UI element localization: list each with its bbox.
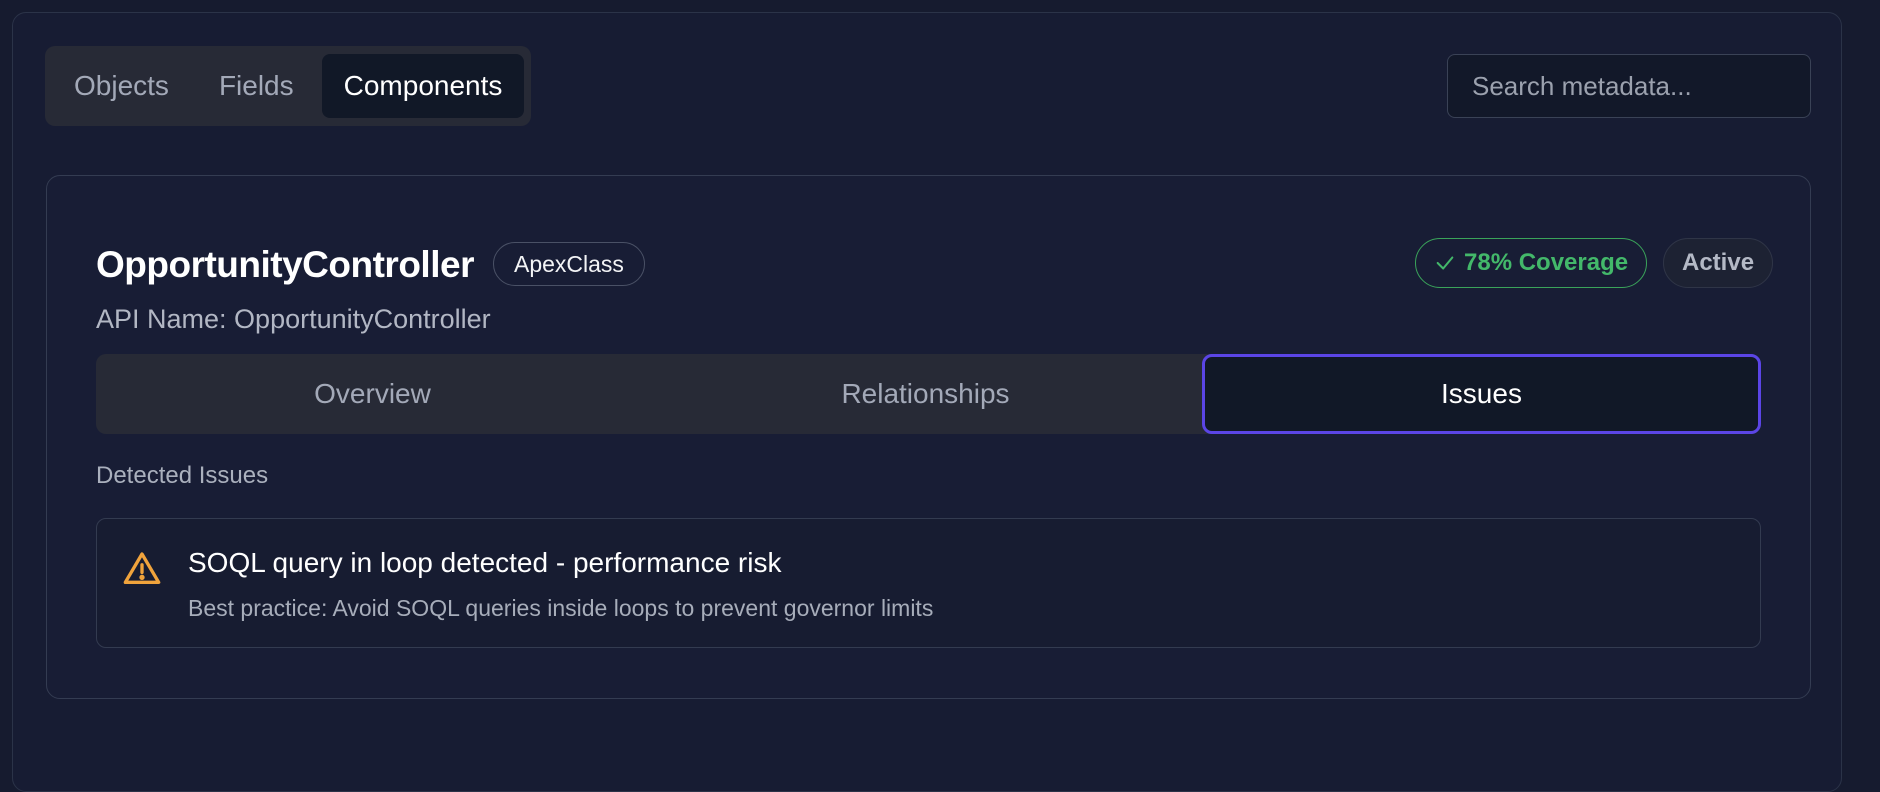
type-badge: ApexClass	[493, 242, 645, 286]
metadata-panel: Objects Fields Components OpportunityCon…	[12, 12, 1842, 792]
coverage-text: 78% Coverage	[1464, 249, 1629, 276]
component-title: OpportunityController	[96, 244, 474, 285]
issue-title: SOQL query in loop detected - performanc…	[188, 547, 782, 578]
tab-overview[interactable]: Overview	[96, 354, 649, 434]
tab-issues[interactable]: Issues	[1202, 354, 1761, 434]
search-input[interactable]	[1447, 54, 1811, 118]
check-icon	[1436, 256, 1454, 270]
tab-relationships[interactable]: Relationships	[649, 354, 1202, 434]
component-card: OpportunityController ApexClass 78% Cove…	[46, 175, 1811, 699]
tab-objects[interactable]: Objects	[52, 54, 191, 118]
warning-icon	[123, 552, 161, 584]
detected-issues-label: Detected Issues	[96, 462, 269, 489]
issue-description: Best practice: Avoid SOQL queries inside…	[188, 595, 934, 621]
tab-components[interactable]: Components	[321, 54, 525, 118]
api-name: API Name: OpportunityController	[96, 304, 491, 334]
issue-item: SOQL query in loop detected - performanc…	[96, 518, 1761, 648]
top-tab-bar: Objects Fields Components	[45, 46, 532, 126]
tab-fields[interactable]: Fields	[197, 54, 316, 118]
status-badge: Active	[1663, 238, 1774, 288]
detail-tab-bar: Overview Relationships Issues	[96, 354, 1761, 434]
coverage-badge: 78% Coverage	[1415, 238, 1648, 288]
